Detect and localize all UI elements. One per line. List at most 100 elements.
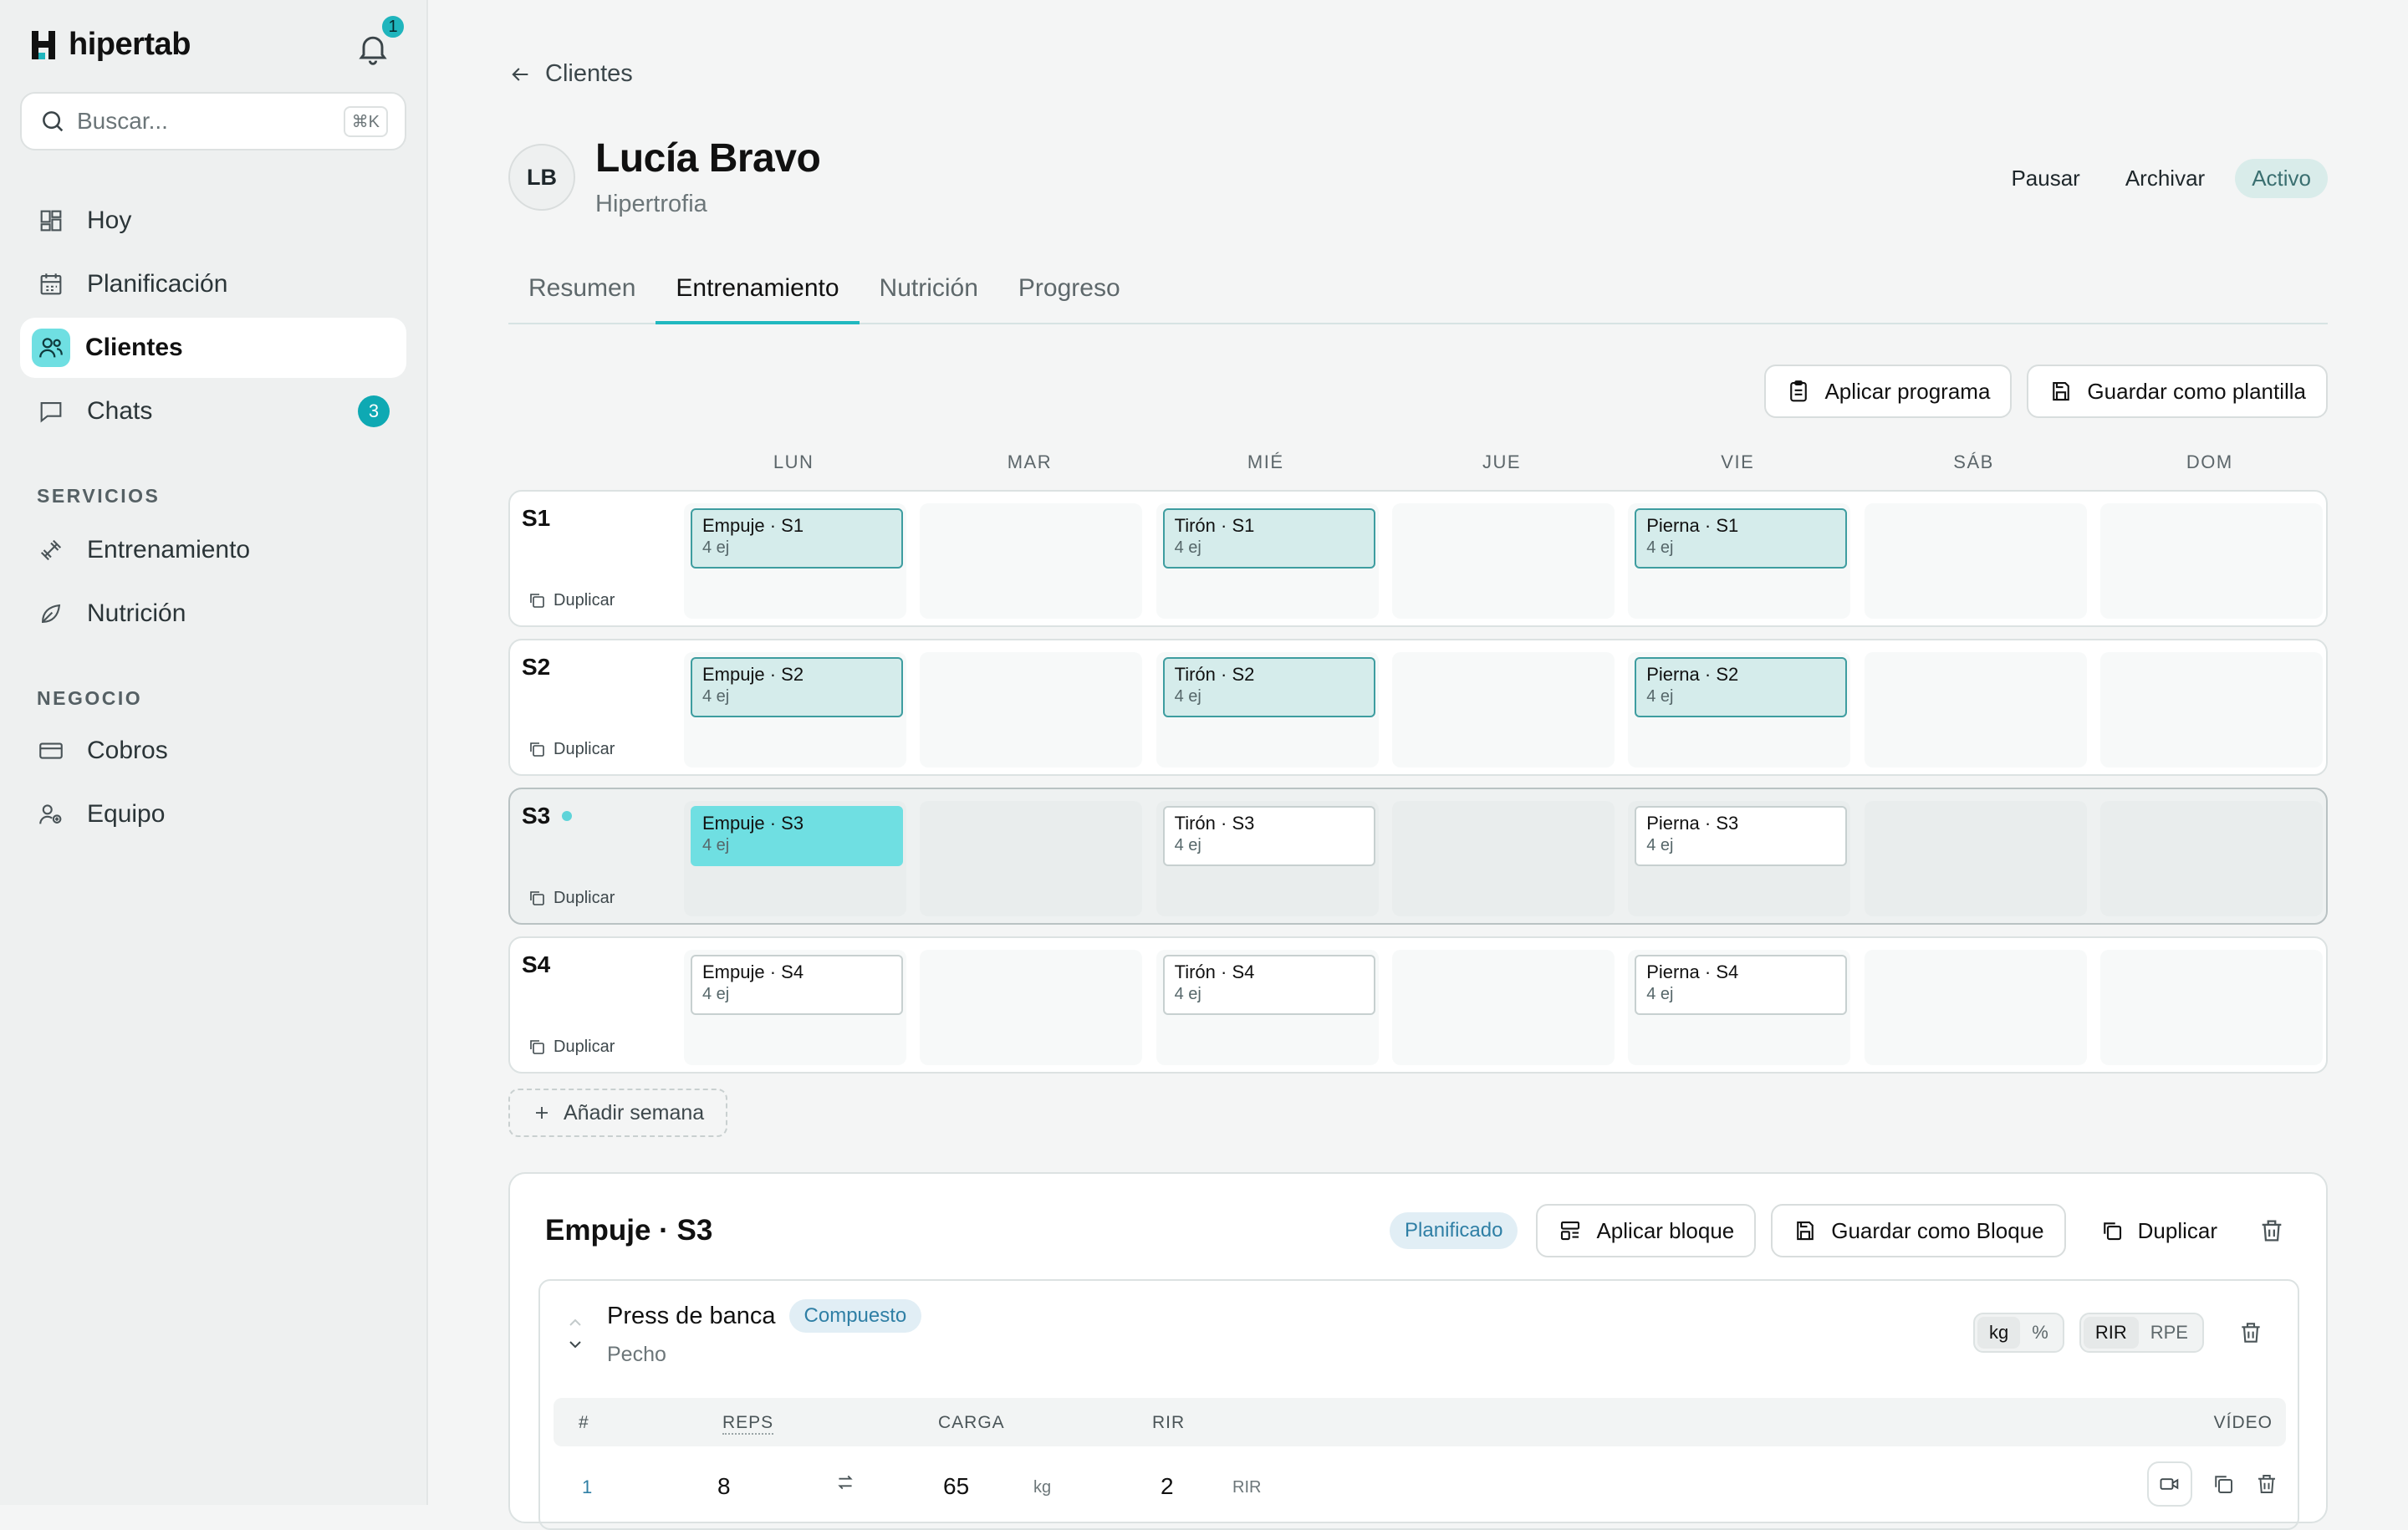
session-card[interactable]: Pierna · S2 4 ej bbox=[1635, 657, 1848, 717]
save-template-button[interactable]: Guardar como plantilla bbox=[2027, 365, 2328, 418]
day-cell[interactable] bbox=[1864, 503, 2087, 619]
session-card[interactable]: Tirón · S2 4 ej bbox=[1162, 657, 1375, 717]
day-cell[interactable] bbox=[920, 801, 1143, 916]
unit-kg-option[interactable]: kg bbox=[1977, 1317, 2021, 1349]
copy-icon bbox=[530, 891, 544, 905]
nav-item-chats[interactable]: Chats 3 bbox=[20, 381, 406, 441]
tab-resumen[interactable]: Resumen bbox=[508, 266, 656, 324]
duplicate-week-button[interactable]: Duplicar bbox=[527, 590, 615, 610]
nav-item-planificacion[interactable]: Planificación bbox=[20, 254, 406, 314]
day-cell[interactable] bbox=[2099, 503, 2323, 619]
load-input[interactable]: 65 bbox=[943, 1473, 969, 1500]
swap-icon[interactable] bbox=[834, 1471, 856, 1493]
day-cell[interactable] bbox=[1864, 652, 2087, 768]
day-cell[interactable] bbox=[1391, 801, 1615, 916]
day-cell[interactable] bbox=[920, 950, 1143, 1065]
session-card[interactable]: Empuje · S3 4 ej bbox=[691, 806, 903, 866]
duplicate-week-button[interactable]: Duplicar bbox=[527, 1037, 615, 1057]
session-card[interactable]: Tirón · S3 4 ej bbox=[1162, 806, 1375, 866]
day-cell[interactable]: Tirón · S3 4 ej bbox=[1156, 801, 1379, 916]
day-cell[interactable] bbox=[2099, 801, 2323, 916]
session-exercise-count: 4 ej bbox=[1646, 985, 1674, 1003]
nav-item-cobros[interactable]: Cobros bbox=[20, 721, 406, 781]
day-cell[interactable] bbox=[2099, 950, 2323, 1065]
nav-item-hoy[interactable]: Hoy bbox=[20, 191, 406, 251]
duplicate-week-button[interactable]: Duplicar bbox=[527, 739, 615, 759]
tab-entrenamiento[interactable]: Entrenamiento bbox=[656, 266, 860, 324]
session-card[interactable]: Empuje · S2 4 ej bbox=[691, 657, 903, 717]
day-cell[interactable]: Empuje · S4 4 ej bbox=[684, 950, 906, 1065]
logo-icon bbox=[32, 30, 55, 59]
day-cell[interactable]: Empuje · S1 4 ej bbox=[684, 503, 906, 619]
save-block-button[interactable]: Guardar como Bloque bbox=[1771, 1204, 2066, 1257]
session-name: Empuje · S1 bbox=[702, 515, 804, 536]
session-card[interactable]: Pierna · S3 4 ej bbox=[1635, 806, 1848, 866]
day-cell[interactable] bbox=[920, 503, 1143, 619]
chevron-down-icon[interactable] bbox=[565, 1338, 585, 1353]
day-cell[interactable] bbox=[920, 652, 1143, 768]
apply-block-button[interactable]: Aplicar bloque bbox=[1536, 1204, 1757, 1257]
header-actions: Pausar Archivar Activo bbox=[1996, 157, 2328, 200]
session-card[interactable]: Pierna · S1 4 ej bbox=[1635, 508, 1848, 569]
unit-rpe-option[interactable]: RPE bbox=[2139, 1317, 2200, 1349]
session-card[interactable]: Tirón · S4 4 ej bbox=[1162, 955, 1375, 1015]
tab-nutricion[interactable]: Nutrición bbox=[860, 266, 998, 324]
day-cell[interactable] bbox=[1864, 950, 2087, 1065]
day-cell[interactable]: Pierna · S2 4 ej bbox=[1628, 652, 1851, 768]
day-cell[interactable] bbox=[2099, 652, 2323, 768]
day-cell[interactable] bbox=[1391, 950, 1615, 1065]
trash-icon[interactable] bbox=[2237, 1319, 2264, 1346]
day-cell[interactable]: Pierna · S4 4 ej bbox=[1628, 950, 1851, 1065]
back-link[interactable]: Clientes bbox=[508, 60, 633, 88]
session-card[interactable]: Empuje · S4 4 ej bbox=[691, 955, 903, 1015]
day-cell[interactable]: Tirón · S4 4 ej bbox=[1156, 950, 1379, 1065]
tab-progreso[interactable]: Progreso bbox=[998, 266, 1140, 324]
pause-button[interactable]: Pausar bbox=[1996, 157, 2094, 200]
nav-item-nutricion[interactable]: Nutrición bbox=[20, 584, 406, 644]
add-week-button[interactable]: Añadir semana bbox=[508, 1089, 728, 1137]
archive-button[interactable]: Archivar bbox=[2110, 157, 2220, 200]
session-exercise-count: 4 ej bbox=[1174, 687, 1201, 706]
session-exercise-count: 4 ej bbox=[1646, 538, 1674, 557]
day-cell[interactable]: Pierna · S3 4 ej bbox=[1628, 801, 1851, 916]
week-label: S4 bbox=[522, 951, 550, 978]
day-cell[interactable]: Tirón · S1 4 ej bbox=[1156, 503, 1379, 619]
app-name: hipertab bbox=[69, 27, 191, 62]
chevron-up-icon[interactable] bbox=[565, 1314, 585, 1329]
nav-item-equipo[interactable]: Equipo bbox=[20, 784, 406, 844]
trash-icon[interactable] bbox=[2258, 1216, 2286, 1245]
unit-percent-option[interactable]: % bbox=[2020, 1317, 2060, 1349]
trash-icon[interactable] bbox=[2254, 1471, 2279, 1497]
sidebar: hipertab 1 Buscar... ⌘K Hoy Planificació… bbox=[0, 0, 428, 1505]
copy-icon[interactable] bbox=[2211, 1471, 2236, 1497]
nav-item-entrenamiento[interactable]: Entrenamiento bbox=[20, 520, 406, 580]
copy-icon bbox=[530, 742, 544, 757]
day-cell[interactable]: Tirón · S2 4 ej bbox=[1156, 652, 1379, 768]
week-row: S1 Duplicar Empuje · S1 4 ej Tirón · S1 4 ej P… bbox=[508, 490, 2328, 627]
search-input[interactable]: Buscar... ⌘K bbox=[20, 92, 406, 150]
reps-input[interactable]: 8 bbox=[717, 1473, 731, 1500]
duplicate-week-button[interactable]: Duplicar bbox=[527, 888, 615, 908]
grid-icon bbox=[40, 210, 62, 232]
session-exercise-count: 4 ej bbox=[702, 985, 730, 1003]
day-cell[interactable] bbox=[1391, 652, 1615, 768]
dumbbell-icon bbox=[40, 539, 62, 561]
rir-input[interactable]: 2 bbox=[1161, 1473, 1174, 1500]
day-cell[interactable]: Pierna · S1 4 ej bbox=[1628, 503, 1851, 619]
session-card[interactable]: Pierna · S4 4 ej bbox=[1635, 955, 1848, 1015]
nav-item-clientes[interactable]: Clientes bbox=[20, 318, 406, 378]
duplicate-block-button[interactable]: Duplicar bbox=[2081, 1204, 2236, 1257]
day-cell[interactable] bbox=[1864, 801, 2087, 916]
apply-program-button[interactable]: Aplicar programa bbox=[1764, 365, 2013, 418]
session-exercise-count: 4 ej bbox=[1646, 687, 1674, 706]
day-cell[interactable]: Empuje · S2 4 ej bbox=[684, 652, 906, 768]
unit-rir-option[interactable]: RIR bbox=[2083, 1317, 2139, 1349]
session-card[interactable]: Tirón · S1 4 ej bbox=[1162, 508, 1375, 569]
day-cell[interactable]: Empuje · S3 4 ej bbox=[684, 801, 906, 916]
day-cell[interactable] bbox=[1391, 503, 1615, 619]
app-logo[interactable]: hipertab bbox=[30, 27, 191, 63]
session-card[interactable]: Empuje · S1 4 ej bbox=[691, 508, 903, 569]
day-header: SÁB bbox=[1953, 451, 1994, 472]
video-button[interactable] bbox=[2147, 1461, 2192, 1507]
day-header: JUE bbox=[1482, 451, 1522, 472]
